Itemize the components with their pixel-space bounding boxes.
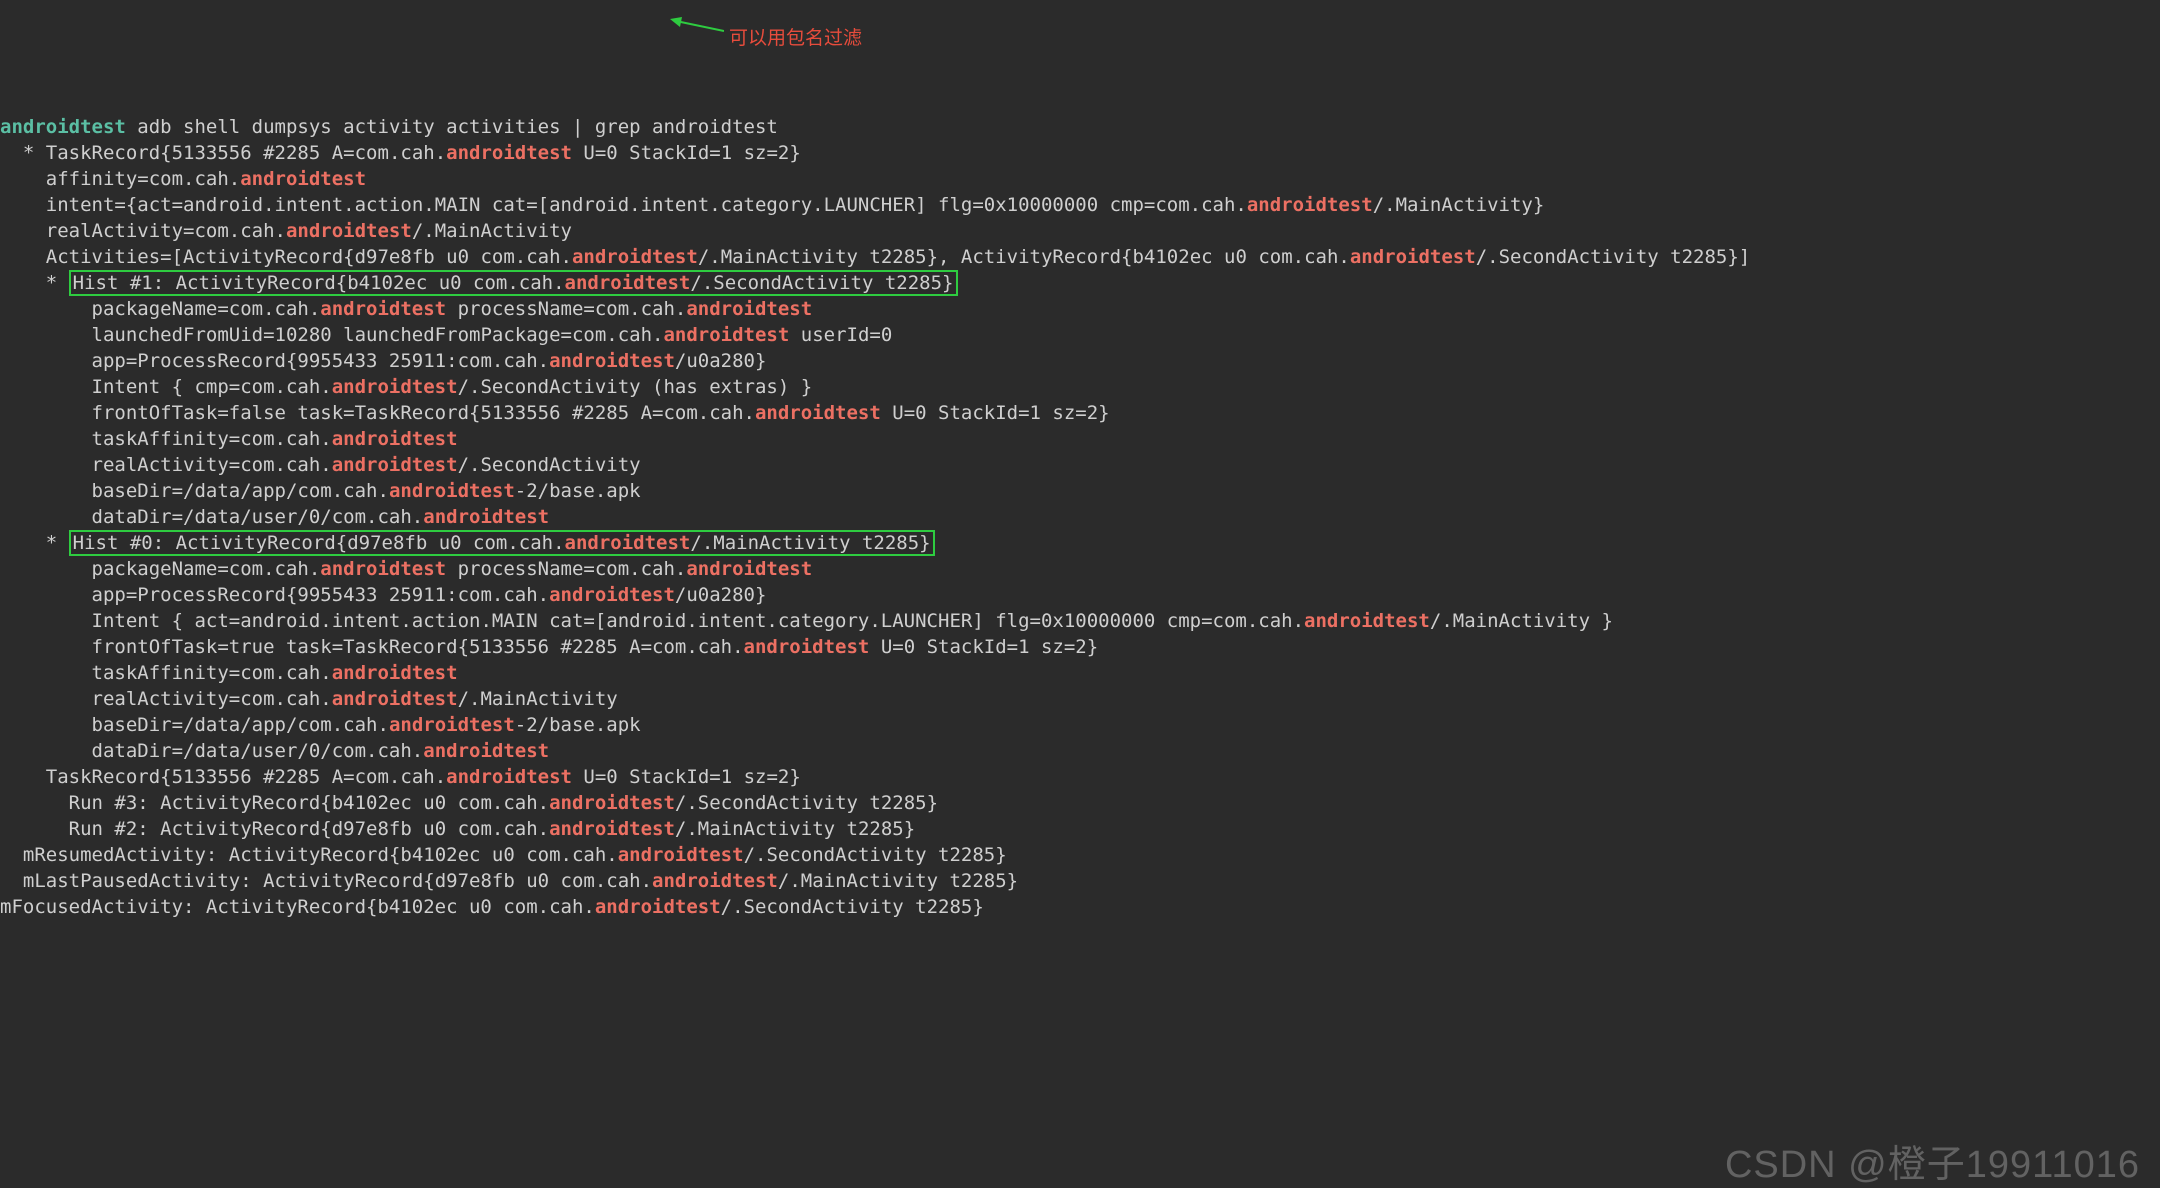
output-line: affinity=com.cah.androidtest [0, 166, 2160, 192]
output-line: realActivity=com.cah.androidtest/.MainAc… [0, 218, 2160, 244]
output-line: dataDir=/data/user/0/com.cah.androidtest [0, 738, 2160, 764]
output-line: Run #3: ActivityRecord{b4102ec u0 com.ca… [0, 790, 2160, 816]
output-line: baseDir=/data/app/com.cah.androidtest-2/… [0, 478, 2160, 504]
watermark: CSDN @橙子19911016 [1725, 1152, 2140, 1178]
output-line: dataDir=/data/user/0/com.cah.androidtest [0, 504, 2160, 530]
output-line: app=ProcessRecord{9955433 25911:com.cah.… [0, 348, 2160, 374]
output-line: * Hist #0: ActivityRecord{d97e8fb u0 com… [0, 530, 2160, 556]
command-line: androidtest adb shell dumpsys activity a… [0, 114, 2160, 140]
output-line: mLastPausedActivity: ActivityRecord{d97e… [0, 868, 2160, 894]
annotation-text: 可以用包名过滤 [729, 26, 862, 52]
output-line: Activities=[ActivityRecord{d97e8fb u0 co… [0, 244, 2160, 270]
output-line: frontOfTask=true task=TaskRecord{5133556… [0, 634, 2160, 660]
output-line: intent={act=android.intent.action.MAIN c… [0, 192, 2160, 218]
output-line: baseDir=/data/app/com.cah.androidtest-2/… [0, 712, 2160, 738]
command: adb shell dumpsys activity activities | … [126, 116, 778, 138]
output-line: taskAffinity=com.cah.androidtest [0, 660, 2160, 686]
output-line: Run #2: ActivityRecord{d97e8fb u0 com.ca… [0, 816, 2160, 842]
output-line: realActivity=com.cah.androidtest/.MainAc… [0, 686, 2160, 712]
output-line: launchedFromUid=10280 launchedFromPackag… [0, 322, 2160, 348]
output-line: Intent { cmp=com.cah.androidtest/.Second… [0, 374, 2160, 400]
highlighted-hist-entry: Hist #1: ActivityRecord{b4102ec u0 com.c… [69, 270, 958, 296]
prompt: androidtest [0, 116, 126, 138]
output-line: realActivity=com.cah.androidtest/.Second… [0, 452, 2160, 478]
terminal-output: androidtest adb shell dumpsys activity a… [0, 114, 2160, 920]
output-line: taskAffinity=com.cah.androidtest [0, 426, 2160, 452]
output-line: mFocusedActivity: ActivityRecord{b4102ec… [0, 894, 2160, 920]
output-line: packageName=com.cah.androidtest processN… [0, 296, 2160, 322]
output-line: TaskRecord{5133556 #2285 A=com.cah.andro… [0, 764, 2160, 790]
annotation-arrow-icon [670, 17, 724, 35]
output-line: app=ProcessRecord{9955433 25911:com.cah.… [0, 582, 2160, 608]
output-line: * Hist #1: ActivityRecord{b4102ec u0 com… [0, 270, 2160, 296]
output-line: Intent { act=android.intent.action.MAIN … [0, 608, 2160, 634]
output-line: frontOfTask=false task=TaskRecord{513355… [0, 400, 2160, 426]
highlighted-hist-entry: Hist #0: ActivityRecord{d97e8fb u0 com.c… [69, 530, 935, 556]
output-line: mResumedActivity: ActivityRecord{b4102ec… [0, 842, 2160, 868]
output-line: * TaskRecord{5133556 #2285 A=com.cah.and… [0, 140, 2160, 166]
output-line: packageName=com.cah.androidtest processN… [0, 556, 2160, 582]
